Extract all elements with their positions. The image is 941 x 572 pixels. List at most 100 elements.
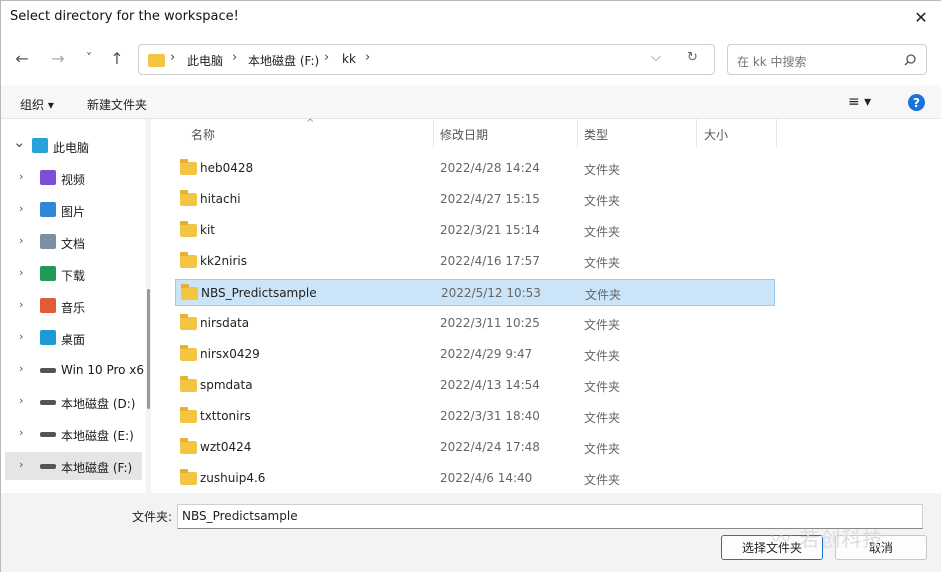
- search-box[interactable]: 在 kk 中搜索: [727, 44, 927, 75]
- file-date: 2022/4/29 9:47: [440, 347, 533, 361]
- drive-icon: [40, 368, 56, 373]
- column-header-name[interactable]: 名称: [191, 126, 215, 143]
- sidebar-item[interactable]: › 本地磁盘 (D:): [5, 388, 142, 416]
- file-type: 文件夹: [584, 442, 621, 456]
- chevron-down-icon[interactable]: ⌄: [13, 133, 26, 151]
- address-dropdown-icon[interactable]: ⌵: [651, 50, 661, 65]
- sort-ascending-icon: ^: [306, 118, 315, 129]
- dialog-window: Select directory for the workspace! ✕ ← …: [0, 0, 941, 572]
- file-date: 2022/4/13 14:54: [440, 378, 540, 392]
- command-toolbar: 组织 ▾ 新建文件夹 ≡ ▾ ?: [1, 85, 941, 119]
- file-name: nirsdata: [200, 316, 250, 330]
- column-divider[interactable]: [696, 119, 697, 147]
- folder-icon: [180, 345, 197, 361]
- column-header-type[interactable]: 类型: [584, 126, 608, 143]
- file-row[interactable]: spmdata 2022/4/13 14:54 文件夹: [175, 372, 775, 399]
- folder-icon: [180, 376, 197, 392]
- view-options-icon[interactable]: ≡ ▾: [848, 94, 871, 110]
- file-row[interactable]: txttonirs 2022/3/31 18:40 文件夹: [175, 403, 775, 430]
- sidebar-item[interactable]: › 图片: [5, 196, 142, 224]
- breadcrumb-kk[interactable]: kk: [342, 52, 356, 66]
- sidebar-item-label: 本地磁盘 (E:): [61, 429, 134, 443]
- file-row[interactable]: NBS_Predictsample 2022/5/12 10:53 文件夹: [175, 279, 775, 306]
- sidebar-item[interactable]: › 本地磁盘 (F:): [5, 452, 142, 480]
- sidebar-scrollbar[interactable]: [147, 289, 150, 409]
- file-type: 文件夹: [584, 194, 621, 208]
- sidebar-item[interactable]: › 音乐: [5, 292, 142, 320]
- sidebar-item-label: Win 10 Pro x6: [61, 363, 145, 377]
- column-header-date[interactable]: 修改日期: [440, 126, 488, 143]
- file-date: 2022/3/21 15:14: [440, 223, 540, 237]
- chevron-right-icon[interactable]: ›: [19, 202, 23, 215]
- chevron-right-icon[interactable]: ›: [19, 266, 23, 279]
- drive-icon: [40, 464, 56, 469]
- sidebar-item[interactable]: ⌄ 此电脑: [5, 132, 142, 160]
- file-row[interactable]: hitachi 2022/4/27 15:15 文件夹: [175, 186, 775, 213]
- file-type: 文件夹: [585, 288, 622, 302]
- sidebar-item[interactable]: › 下载: [5, 260, 142, 288]
- sidebar-item-label: 本地磁盘 (F:): [61, 461, 133, 475]
- sidebar-item-label: 此电脑: [53, 141, 90, 155]
- folder-name-value[interactable]: NBS_Predictsample: [182, 509, 298, 523]
- chevron-right-icon[interactable]: ›: [19, 170, 23, 183]
- folder-icon: [180, 314, 197, 330]
- file-date: 2022/4/6 14:40: [440, 471, 533, 485]
- search-input[interactable]: 在 kk 中搜索: [737, 53, 807, 70]
- help-icon[interactable]: ?: [908, 94, 925, 111]
- column-divider[interactable]: [776, 119, 777, 147]
- breadcrumb-this-pc[interactable]: 此电脑: [187, 52, 223, 69]
- file-type: 文件夹: [584, 256, 621, 270]
- file-row[interactable]: kk2niris 2022/4/16 17:57 文件夹: [175, 248, 775, 275]
- column-divider[interactable]: [433, 119, 434, 147]
- download-icon: [40, 266, 56, 281]
- file-row[interactable]: zushuip4.6 2022/4/6 14:40 文件夹: [175, 465, 775, 492]
- file-row[interactable]: heb0428 2022/4/28 14:24 文件夹: [175, 155, 775, 182]
- file-row[interactable]: nirsx0429 2022/4/29 9:47 文件夹: [175, 341, 775, 368]
- sidebar-item[interactable]: › 桌面: [5, 324, 142, 352]
- sidebar-item[interactable]: › 本地磁盘 (E:): [5, 420, 142, 448]
- chevron-right-icon[interactable]: ›: [19, 394, 23, 407]
- sidebar-item[interactable]: › 视频: [5, 164, 142, 192]
- search-icon[interactable]: [904, 54, 916, 66]
- breadcrumb-drive-f[interactable]: 本地磁盘 (F:): [248, 52, 319, 69]
- picture-icon: [40, 202, 56, 217]
- file-date: 2022/4/16 17:57: [440, 254, 540, 268]
- navigation-pane: ⌄ 此电脑 › 视频 › 图片 › 文档 › 下载 › 音乐 › 桌面 › Win 10 Pro x6 › 本地磁…: [1, 119, 146, 493]
- file-row[interactable]: kit 2022/3/21 15:14 文件夹: [175, 217, 775, 244]
- file-type: 文件夹: [584, 411, 621, 425]
- sidebar-item[interactable]: › Win 10 Pro x6: [5, 356, 145, 384]
- refresh-icon[interactable]: ↻: [687, 50, 698, 65]
- close-icon[interactable]: ✕: [906, 4, 936, 30]
- organize-button[interactable]: 组织 ▾: [20, 96, 54, 113]
- sidebar-item[interactable]: › 文档: [5, 228, 142, 256]
- chevron-right-icon[interactable]: ›: [19, 234, 23, 247]
- chevron-right-icon[interactable]: ›: [19, 362, 23, 375]
- watermark: 〰 若创科技: [771, 527, 884, 551]
- file-type: 文件夹: [584, 225, 621, 239]
- recent-locations-icon[interactable]: ˅: [76, 45, 102, 71]
- address-bar[interactable]: › 此电脑 › 本地磁盘 (F:) › kk › ⌵ ↻: [138, 44, 715, 75]
- folder-icon: [181, 284, 198, 300]
- chevron-right-icon[interactable]: ›: [19, 458, 23, 471]
- file-row[interactable]: wzt0424 2022/4/24 17:48 文件夹: [175, 434, 775, 461]
- chevron-right-icon[interactable]: ›: [19, 330, 23, 343]
- column-divider[interactable]: [577, 119, 578, 147]
- file-name: NBS_Predictsample: [201, 286, 317, 300]
- breadcrumb-separator-icon: ›: [365, 50, 371, 65]
- file-row[interactable]: nirsdata 2022/3/11 10:25 文件夹: [175, 310, 775, 337]
- folder-icon: [180, 190, 197, 206]
- column-header-size[interactable]: 大小: [704, 126, 728, 143]
- file-type: 文件夹: [584, 380, 621, 394]
- file-list: 名称 ^ 修改日期 类型 大小 heb0428 2022/4/28 14:24 文件…: [151, 118, 941, 493]
- up-arrow-icon[interactable]: ↑: [104, 45, 130, 71]
- new-folder-button[interactable]: 新建文件夹: [87, 96, 147, 113]
- folder-field-label: 文件夹:: [132, 510, 173, 524]
- forward-arrow-icon[interactable]: →: [45, 45, 71, 71]
- chevron-right-icon[interactable]: ›: [19, 426, 23, 439]
- sidebar-item-label: 视频: [61, 173, 86, 187]
- folder-icon: [180, 469, 197, 485]
- back-arrow-icon[interactable]: ←: [9, 45, 35, 71]
- file-date: 2022/3/11 10:25: [440, 316, 540, 330]
- chevron-right-icon[interactable]: ›: [19, 298, 23, 311]
- monitor-icon: [32, 138, 48, 153]
